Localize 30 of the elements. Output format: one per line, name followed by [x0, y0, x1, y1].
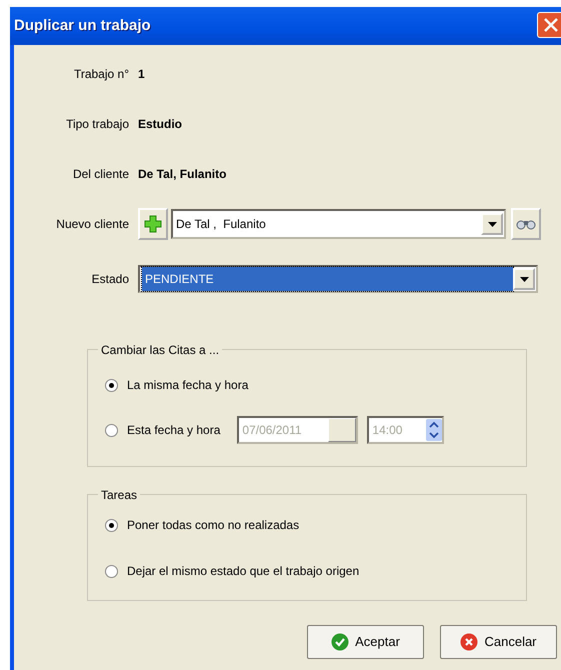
- binoculars-button[interactable]: [511, 208, 541, 240]
- close-button[interactable]: [537, 12, 561, 38]
- field-label: Tipo trabajo: [65, 116, 130, 133]
- field-value: 1: [138, 66, 145, 83]
- client-combo[interactable]: De Tal , Fulanito: [171, 209, 506, 239]
- status-combo[interactable]: PENDIENTE: [138, 265, 538, 293]
- binoculars-icon: [516, 218, 536, 230]
- field-label: Trabajo n°: [72, 66, 130, 83]
- radio-label[interactable]: La misma fecha y hora: [127, 376, 248, 394]
- plus-icon: [144, 215, 162, 233]
- field-label: Del cliente: [72, 166, 130, 183]
- check-icon: [331, 633, 350, 651]
- spinner-icon[interactable]: [426, 419, 442, 441]
- window-title: Duplicar un trabajo: [14, 16, 151, 36]
- field-label: Nuevo cliente: [55, 216, 130, 233]
- radio-label[interactable]: Poner todas como no realizadas: [127, 516, 300, 534]
- radio-button[interactable]: [105, 518, 118, 532]
- cancel-icon: [460, 633, 478, 651]
- combo-value: De Tal , Fulanito: [175, 216, 267, 233]
- close-icon: [542, 16, 560, 34]
- add-button[interactable]: [138, 208, 168, 240]
- field-value: De Tal, Fulanito: [138, 166, 226, 183]
- field-label: Estado: [90, 271, 130, 288]
- accept-button[interactable]: Aceptar: [307, 625, 424, 659]
- combo-value: PENDIENTE: [142, 267, 513, 291]
- radio-button[interactable]: [105, 378, 118, 392]
- radio-button[interactable]: [105, 564, 118, 578]
- field-value: Estudio: [138, 116, 182, 133]
- radio-label[interactable]: Dejar el mismo estado que el trabajo origen: [127, 562, 360, 580]
- cancel-button[interactable]: Cancelar: [440, 625, 557, 659]
